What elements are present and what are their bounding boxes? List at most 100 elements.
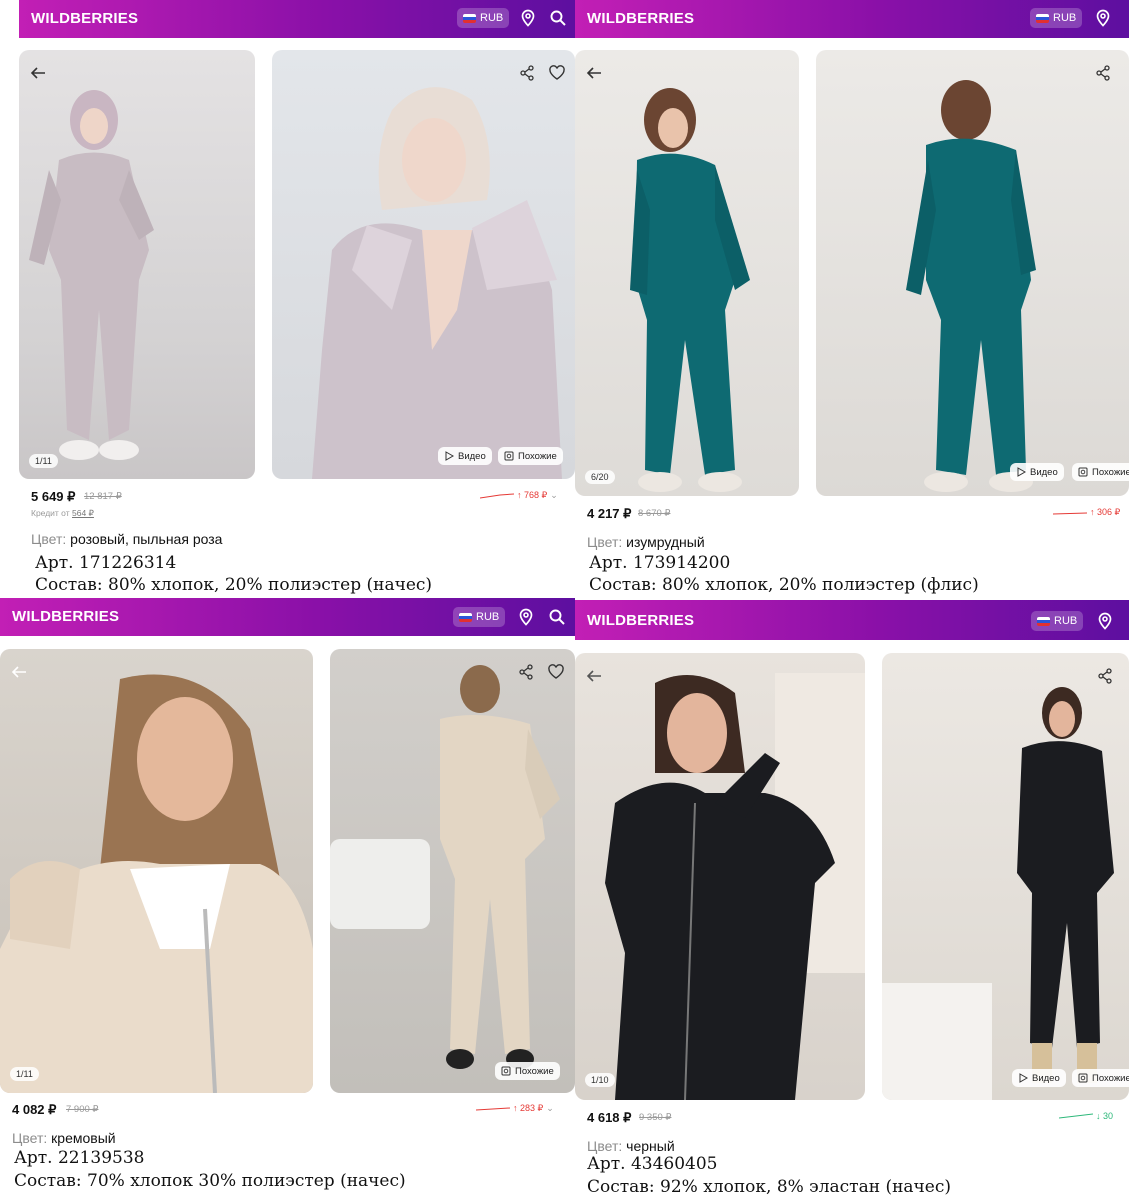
model-figure [906, 80, 1036, 492]
similar-button[interactable]: Похожие [1072, 1069, 1129, 1087]
trend-line-icon [476, 1107, 510, 1110]
similar-button[interactable]: Похожие [1072, 463, 1129, 481]
product-panel-4: WILDBERRIES RUB 1/10 Видео Похожие 4 618… [575, 598, 1129, 1200]
heart-icon[interactable] [547, 663, 565, 681]
search-icon[interactable] [549, 9, 567, 27]
share-icon[interactable] [1096, 667, 1114, 685]
back-arrow-icon[interactable] [585, 667, 603, 685]
similar-label: Похожие [1092, 1072, 1129, 1084]
model-figure [630, 88, 750, 492]
share-icon[interactable] [518, 64, 536, 82]
currency-selector[interactable]: RUB [457, 8, 510, 28]
credit-value[interactable]: 564 ₽ [72, 508, 94, 518]
product-photo-main[interactable]: 1/11 [0, 649, 313, 1093]
trend-line-icon [480, 493, 514, 498]
video-label: Видео [1032, 1072, 1060, 1084]
video-label: Видео [1030, 466, 1058, 478]
app-header: WILDBERRIES RUB [575, 0, 1129, 38]
similar-button[interactable]: Похожие [495, 1062, 560, 1080]
video-button[interactable]: Видео [1012, 1069, 1066, 1087]
product-panel-2: WILDBERRIES RUB 6/20 Видео Похожие 4 217… [575, 0, 1129, 598]
product-photo-main[interactable]: 1/11 [19, 50, 255, 479]
model-figure [882, 687, 1114, 1100]
photo-counter: 1/11 [29, 454, 58, 468]
product-photo-main[interactable]: 6/20 [575, 50, 799, 496]
search-icon[interactable] [548, 608, 566, 626]
location-pin-icon[interactable] [517, 608, 535, 626]
app-header: WILDBERRIES RUB [0, 598, 575, 636]
current-price: 4 082 ₽ [12, 1102, 57, 1117]
similar-search-icon [504, 451, 514, 461]
article-number: Арт. 173914200 [589, 553, 731, 573]
video-button[interactable]: Видео [438, 447, 492, 465]
composition: Состав: 92% хлопок, 8% эластан (начес) [587, 1177, 951, 1197]
brand-logo[interactable]: WILDBERRIES [31, 10, 138, 27]
back-arrow-icon[interactable] [585, 64, 603, 82]
similar-button[interactable]: Похожие [498, 447, 563, 465]
heart-icon[interactable] [548, 64, 566, 82]
russia-flag-icon [1036, 13, 1049, 23]
back-arrow-icon[interactable] [10, 663, 28, 681]
currency-selector[interactable]: RUB [1030, 8, 1083, 28]
color-value: кремовый [51, 1130, 116, 1146]
article-number: Арт. 171226314 [35, 553, 177, 573]
location-pin-icon[interactable] [1094, 9, 1112, 27]
old-price: 8 670 ₽ [638, 508, 671, 519]
product-photo-second[interactable]: Видео Похожие [816, 50, 1129, 496]
color-label: Цвет: [587, 534, 623, 550]
location-pin-icon[interactable] [519, 9, 537, 27]
price-trend[interactable]: ↑ 306 ₽ [1053, 507, 1120, 518]
brand-logo[interactable]: WILDBERRIES [587, 612, 694, 629]
share-icon[interactable] [1094, 64, 1112, 82]
trend-value: ↑ 306 ₽ [1090, 507, 1121, 517]
color-value: изумрудный [626, 534, 705, 550]
location-pin-icon[interactable] [1096, 612, 1114, 630]
currency-selector[interactable]: RUB [1031, 611, 1084, 631]
currency-label: RUB [480, 12, 504, 24]
product-photo-second[interactable]: Похожие [330, 649, 575, 1093]
current-price: 4 618 ₽ [587, 1110, 632, 1125]
play-icon [1017, 467, 1026, 477]
currency-label: RUB [1053, 12, 1077, 24]
price-trend[interactable]: ↑ 283 ₽ ⌄ [476, 1103, 554, 1114]
chevron-down-icon: ⌄ [546, 1103, 554, 1113]
product-photo-main[interactable]: 1/10 [575, 653, 865, 1100]
play-icon [445, 451, 454, 461]
color-info: Цвет: черный [587, 1138, 675, 1154]
brand-logo[interactable]: WILDBERRIES [12, 608, 119, 625]
color-value: черный [626, 1138, 675, 1154]
old-price: 12 817 ₽ [84, 491, 122, 502]
brand-logo[interactable]: WILDBERRIES [587, 10, 694, 27]
similar-search-icon [1078, 467, 1088, 477]
composition: Состав: 80% хлопок, 20% полиэстер (начес… [35, 575, 433, 595]
trend-line-icon [1059, 1113, 1093, 1119]
model-figure [330, 665, 560, 1069]
product-photo-second[interactable]: Видео Похожие [882, 653, 1129, 1100]
share-icon[interactable] [517, 663, 535, 681]
old-price: 9 350 ₽ [639, 1112, 672, 1123]
photo-counter: 1/10 [585, 1073, 615, 1087]
trend-value: ↑ 283 ₽ [513, 1103, 544, 1113]
currency-label: RUB [476, 611, 500, 623]
photo-counter: 1/11 [10, 1067, 39, 1081]
russia-flag-icon [463, 13, 476, 23]
current-price: 4 217 ₽ [587, 506, 632, 521]
currency-label: RUB [1054, 615, 1078, 627]
app-header: WILDBERRIES RUB [19, 0, 575, 38]
photo-counter: 6/20 [585, 470, 615, 484]
credit-prefix: Кредит от [31, 508, 70, 518]
trend-line-icon [1053, 512, 1087, 514]
back-arrow-icon[interactable] [29, 64, 47, 82]
currency-selector[interactable]: RUB [453, 607, 506, 627]
price-trend[interactable]: ↑ 768 ₽ ⌄ [480, 490, 558, 501]
old-price: 7 900 ₽ [66, 1104, 99, 1115]
price-trend[interactable]: ↓ 30 [1059, 1111, 1113, 1121]
russia-flag-icon [1037, 616, 1050, 626]
product-panel-3: WILDBERRIES RUB 1/11 Похожие 4 082 ₽ 7 9… [0, 598, 575, 1200]
product-photo-second[interactable]: Видео Похожие [272, 50, 575, 479]
model-figure [312, 87, 562, 479]
trend-value: ↓ 30 [1096, 1111, 1114, 1121]
similar-label: Похожие [1092, 466, 1129, 478]
composition: Состав: 80% хлопок, 20% полиэстер (флис) [589, 575, 979, 595]
video-button[interactable]: Видео [1010, 463, 1064, 481]
